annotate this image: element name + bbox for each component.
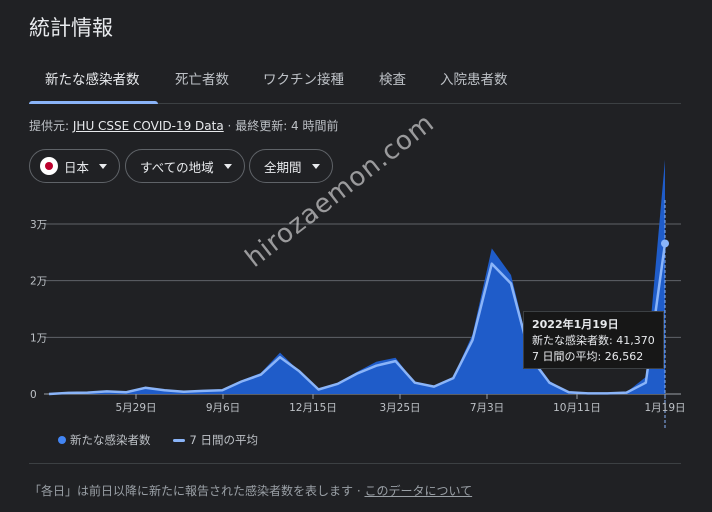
- chart-tooltip: 2022年1月19日 新たな感染者数: 41,370 7 日間の平均: 26,5…: [523, 311, 664, 369]
- tooltip-date: 2022年1月19日: [532, 318, 619, 331]
- chart-legend: 新たな感染者数 7 日間の平均: [58, 432, 258, 448]
- x-tick-label: 5月29日: [115, 402, 156, 414]
- daily-cases-legend-dot: [58, 436, 66, 444]
- footer-note-text: 「各日」は前日以降に新たに報告された感染者数を表します ·: [29, 484, 361, 498]
- x-tick-label: 12月15日: [289, 402, 337, 414]
- about-data-link[interactable]: このデータについて: [364, 484, 472, 498]
- y-tick-label: 3万: [30, 219, 47, 231]
- legend-average: 7 日間の平均: [189, 433, 258, 447]
- footer-divider: [29, 463, 681, 464]
- y-tick-label: 2万: [30, 276, 47, 288]
- y-tick-label: 1万: [30, 332, 47, 344]
- legend-daily: 新たな感染者数: [70, 433, 151, 447]
- tooltip-new-cases: 新たな感染者数: 41,370: [532, 334, 655, 347]
- x-tick-label: 9月6日: [206, 402, 240, 414]
- average-legend-line: [172, 438, 185, 442]
- footer-note: 「各日」は前日以降に新たに報告された感染者数を表します · このデータについて: [29, 482, 472, 499]
- hover-point: [661, 239, 669, 248]
- tooltip-average: 7 日間の平均: 26,562: [532, 350, 644, 363]
- x-tick-label: 3月25日: [379, 402, 420, 414]
- x-tick-label: 7月3日: [470, 402, 504, 414]
- x-tick-label: 1月19日: [644, 402, 685, 414]
- y-tick-label: 0: [30, 389, 37, 401]
- x-tick-label: 10月11日: [553, 402, 601, 414]
